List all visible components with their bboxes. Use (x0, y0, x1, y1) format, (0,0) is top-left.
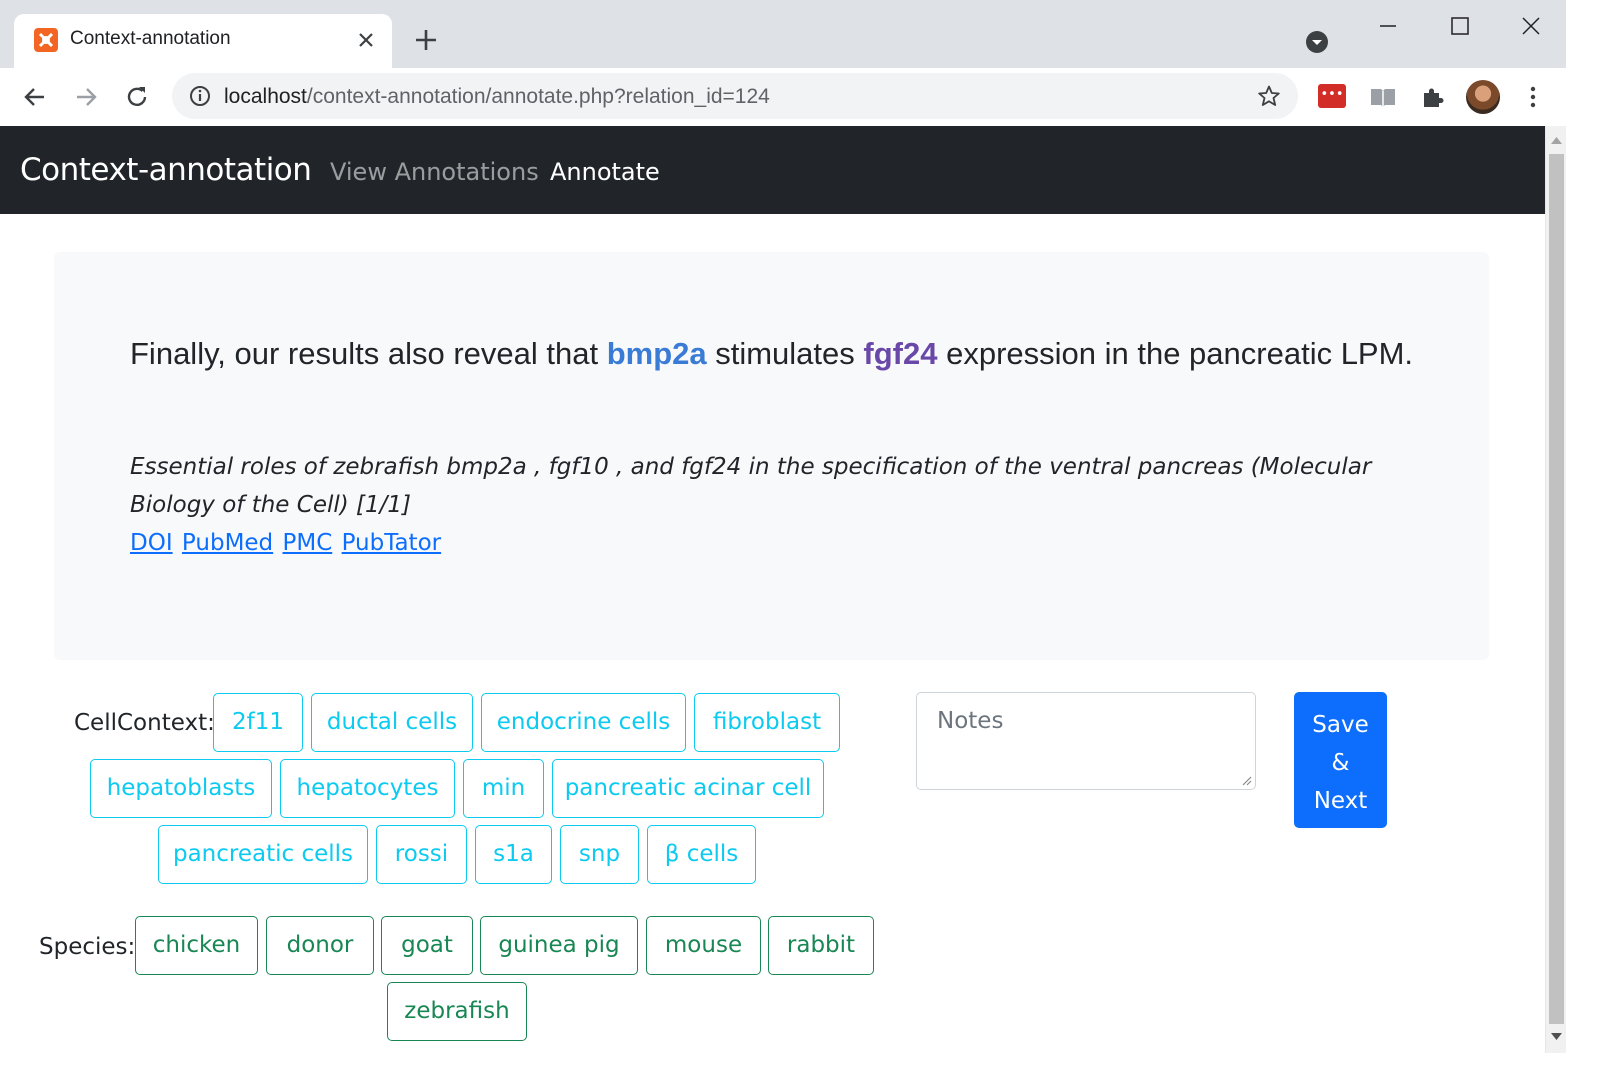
sentence-text-before: Finally, our results also reveal that (130, 336, 607, 371)
top-navbar: Context-annotation View Annotations Anno… (0, 126, 1545, 214)
scroll-down-arrow-icon[interactable] (1550, 1032, 1563, 1042)
cell-tag-endocrine-cells[interactable]: endocrine cells (481, 693, 686, 752)
maximize-icon[interactable] (1448, 14, 1472, 38)
save-label-line3: Next (1313, 788, 1368, 814)
nav-annotate[interactable]: Annotate (550, 158, 660, 186)
url-text[interactable]: localhost/context-annotation/annotate.ph… (224, 85, 770, 109)
resize-grip-icon[interactable] (1240, 774, 1252, 786)
species-tag-rabbit[interactable]: rabbit (768, 916, 874, 975)
page-viewport: Context-annotation View Annotations Anno… (0, 126, 1545, 1053)
cell-tag-hepatocytes[interactable]: hepatocytes (280, 759, 455, 818)
navbar-brand[interactable]: Context-annotation (20, 152, 312, 188)
menu-kebab-icon[interactable] (1520, 84, 1546, 110)
cell-tag-2f11[interactable]: 2f11 (213, 693, 303, 752)
cellcontext-label: CellContext: (74, 710, 215, 736)
species-tag-chicken[interactable]: chicken (135, 916, 258, 975)
notes-placeholder: Notes (937, 708, 1004, 734)
sentence-text-after: expression in the pancreatic LPM. (937, 336, 1414, 371)
tab-title: Context-annotation (70, 28, 231, 49)
window-frame-bottom (0, 1053, 1600, 1075)
url-path: /context-annotation/annotate.php?relatio… (306, 85, 770, 108)
scroll-up-arrow-icon[interactable] (1550, 135, 1563, 145)
browser-toolbar: localhost/context-annotation/annotate.ph… (0, 68, 1600, 126)
cell-tag-pancreatic-acinar-cell[interactable]: pancreatic acinar cell (552, 759, 824, 818)
extensions-puzzle-icon[interactable] (1420, 84, 1446, 110)
browser-tab[interactable]: Context-annotation (14, 14, 392, 68)
cell-tag-fibroblast[interactable]: fibroblast (694, 693, 840, 752)
paper-title: Essential roles of zebrafish bmp2a , fgf… (130, 454, 1372, 518)
paper-links: DOI PubMed PMC PubTator (130, 524, 443, 562)
nav-view-annotations[interactable]: View Annotations (330, 158, 539, 186)
lastpass-extension-icon[interactable]: ••• (1318, 84, 1346, 108)
xampp-favicon-icon (34, 28, 58, 52)
minimize-icon[interactable] (1376, 14, 1400, 38)
save-next-button[interactable]: Save & Next (1294, 692, 1387, 828)
cell-tag-snp[interactable]: snp (560, 825, 639, 884)
species-tag-mouse[interactable]: mouse (646, 916, 761, 975)
species-tag-goat[interactable]: goat (381, 916, 473, 975)
reading-list-icon[interactable] (1369, 84, 1397, 110)
cell-tag-hepatoblasts[interactable]: hepatoblasts (90, 759, 272, 818)
pubmed-link[interactable]: PubMed (182, 530, 273, 556)
cell-tag-min[interactable]: min (463, 759, 544, 818)
tab-search-icon[interactable] (1305, 30, 1329, 54)
reload-icon[interactable] (124, 84, 150, 110)
cell-tag-s1a[interactable]: s1a (475, 825, 552, 884)
address-bar[interactable]: localhost/context-annotation/annotate.ph… (172, 73, 1298, 119)
doi-link[interactable]: DOI (130, 530, 173, 556)
profile-avatar[interactable] (1466, 80, 1500, 114)
cell-tag-rossi[interactable]: rossi (376, 825, 467, 884)
species-label: Species: (39, 934, 136, 960)
sentence-text-middle: stimulates (706, 336, 864, 371)
pmc-link[interactable]: PMC (282, 530, 332, 556)
pubtator-link[interactable]: PubTator (342, 530, 442, 556)
cell-tag-ductal-cells[interactable]: ductal cells (311, 693, 473, 752)
close-window-icon[interactable] (1519, 14, 1543, 38)
forward-icon[interactable] (73, 84, 99, 110)
sentence-panel: Finally, our results also reveal that bm… (54, 252, 1489, 660)
cell-tag-pancreatic-cells[interactable]: pancreatic cells (158, 825, 368, 884)
bookmark-star-icon[interactable] (1257, 84, 1281, 108)
gene-b-highlight: fgf24 (863, 336, 938, 371)
species-tag-donor[interactable]: donor (266, 916, 374, 975)
back-icon[interactable] (22, 84, 48, 110)
site-info-icon[interactable] (188, 84, 212, 108)
species-tag-guinea-pig[interactable]: guinea pig (480, 916, 638, 975)
gene-a-highlight: bmp2a (606, 336, 707, 371)
annotated-sentence: Finally, our results also reveal that bm… (130, 330, 1420, 377)
cell-tag-beta-cells[interactable]: β cells (647, 825, 756, 884)
species-tag-zebrafish[interactable]: zebrafish (387, 982, 527, 1041)
save-label-line1: Save (1312, 712, 1369, 738)
new-tab-icon[interactable] (414, 28, 438, 52)
browser-tabstrip: Context-annotation (0, 0, 1600, 68)
page-scrollbar[interactable] (1545, 126, 1566, 1053)
save-label-line2: & (1331, 750, 1350, 776)
tab-close-icon[interactable] (355, 29, 377, 51)
scroll-thumb[interactable] (1549, 154, 1564, 1024)
url-host: localhost (224, 85, 307, 108)
notes-textarea[interactable]: Notes (916, 692, 1256, 790)
window-frame (1566, 0, 1600, 1075)
